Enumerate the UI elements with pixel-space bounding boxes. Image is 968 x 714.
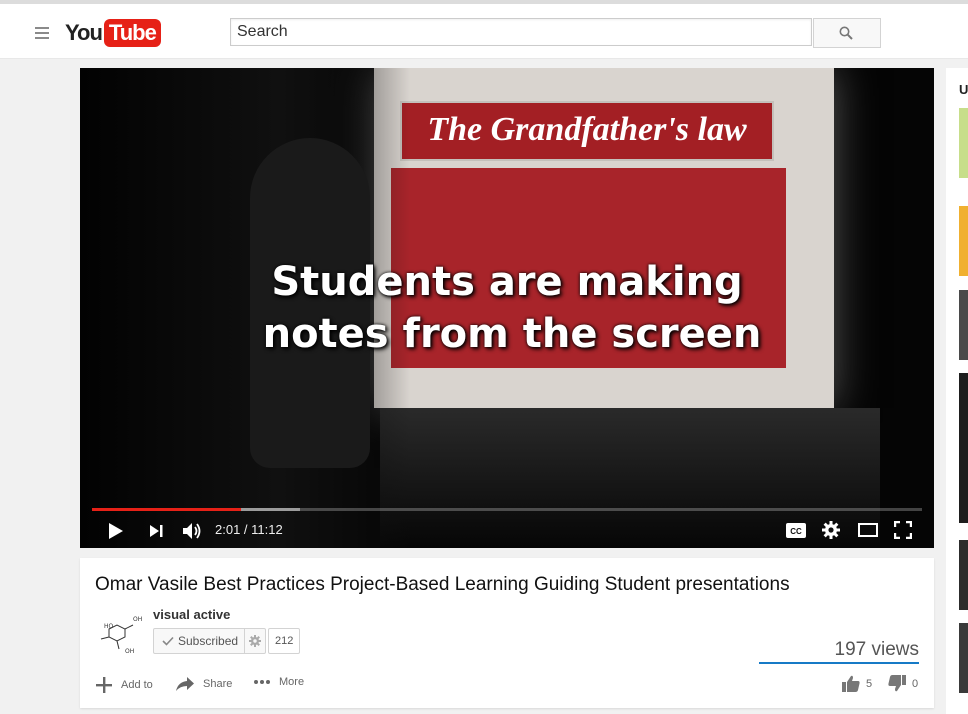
- subscribe-button[interactable]: Subscribed: [153, 628, 267, 654]
- add-to-label: Add to: [121, 679, 153, 691]
- share-button[interactable]: Share: [175, 676, 232, 692]
- subscriber-count: 212: [268, 628, 301, 654]
- related-thumbnail[interactable]: [959, 108, 968, 178]
- add-to-button[interactable]: Add to: [95, 676, 153, 694]
- like-count: 5: [866, 677, 873, 690]
- svg-text:CC: CC: [790, 527, 802, 536]
- browser-edge: [0, 0, 968, 4]
- more-label: More: [279, 676, 305, 688]
- related-thumbnail[interactable]: [959, 206, 968, 276]
- thumbs-up-icon: [842, 675, 860, 692]
- svg-text:HO: HO: [104, 623, 114, 630]
- share-label: Share: [203, 678, 233, 690]
- slide-heading: The Grandfather's law: [427, 111, 747, 148]
- progress-bar[interactable]: [92, 508, 922, 511]
- video-frame[interactable]: The Grandfather's law: [80, 68, 934, 548]
- related-thumbnail[interactable]: [959, 373, 968, 523]
- time-display: 2:01 / 11:12: [215, 522, 283, 537]
- subscribe-label: Subscribed: [178, 634, 239, 648]
- fullscreen-icon[interactable]: [894, 521, 912, 539]
- channel-avatar[interactable]: OH HO OH: [95, 607, 143, 655]
- volume-icon[interactable]: [182, 522, 202, 540]
- slide-heading-panel: The Grandfather's law: [400, 101, 774, 161]
- student-silhouette: [250, 138, 370, 468]
- svg-text:OH: OH: [133, 616, 142, 623]
- search-input[interactable]: [230, 18, 812, 46]
- guide-menu-icon[interactable]: [35, 27, 49, 42]
- dislike-button[interactable]: 0: [888, 675, 918, 692]
- related-thumbnail[interactable]: [959, 623, 968, 693]
- progress-played: [92, 508, 242, 511]
- search-button[interactable]: [813, 18, 881, 48]
- like-button[interactable]: 5: [842, 675, 872, 692]
- logo-tube-text: Tube: [103, 19, 161, 47]
- like-dislike-bar: [759, 662, 919, 664]
- play-icon[interactable]: [108, 522, 124, 540]
- logo-you-text: You: [65, 20, 103, 45]
- slide-text-panel: [391, 168, 786, 368]
- video-info-card: Omar Vasile Best Practices Project-Based…: [80, 558, 934, 708]
- player-controls: 2:01 / 11:12 CC: [80, 514, 934, 548]
- video-player[interactable]: The Grandfather's law Students are makin…: [80, 68, 934, 548]
- related-thumbnail[interactable]: [959, 540, 968, 610]
- more-button[interactable]: More: [253, 676, 304, 688]
- more-dots-icon: [254, 680, 270, 684]
- channel-name[interactable]: visual active: [153, 607, 230, 622]
- next-icon[interactable]: [148, 523, 164, 539]
- checkmark-icon: [162, 636, 174, 646]
- search-icon: [839, 26, 853, 40]
- dislike-count: 0: [912, 677, 919, 690]
- svg-text:OH: OH: [125, 648, 134, 655]
- thumbs-down-icon: [888, 675, 906, 692]
- gear-icon: [249, 635, 262, 647]
- settings-gear-icon[interactable]: [822, 521, 840, 539]
- captions-icon[interactable]: CC: [786, 523, 806, 538]
- video-title: Omar Vasile Best Practices Project-Based…: [95, 574, 790, 595]
- sidebar-heading: U: [959, 82, 968, 97]
- share-arrow-icon: [176, 677, 194, 691]
- plus-icon: [96, 677, 112, 693]
- youtube-logo[interactable]: You Tube: [65, 19, 161, 47]
- masthead: You Tube: [0, 0, 968, 59]
- subscription-settings-button[interactable]: [244, 629, 265, 653]
- theater-mode-icon[interactable]: [858, 523, 878, 537]
- related-sidebar: U: [946, 68, 968, 714]
- view-count: 197 views: [834, 639, 920, 660]
- related-thumbnail[interactable]: [959, 290, 968, 360]
